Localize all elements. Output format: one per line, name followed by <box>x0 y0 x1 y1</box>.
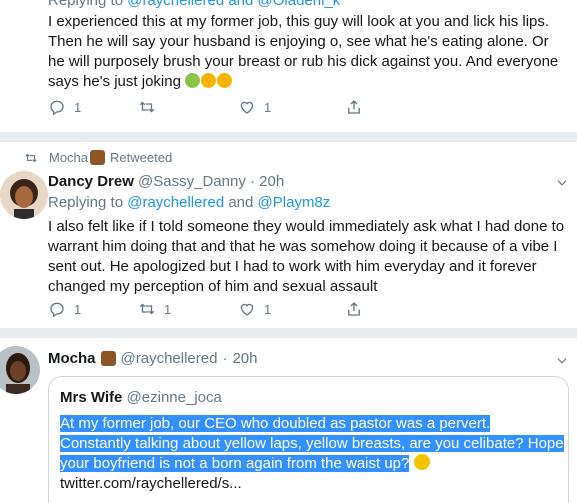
eye-roll-emoji <box>413 454 430 470</box>
tweet-2[interactable]: Mocha Retweeted Dancy Drew @Sassy_Danny … <box>0 142 577 328</box>
replying-to: Replying to @raychellered and @Playm8z <box>48 194 331 211</box>
person-emoji <box>100 351 116 366</box>
reply-count: 1 <box>74 301 82 317</box>
quoted-display-name[interactable]: Mrs Wife <box>60 389 122 406</box>
retweeter-name[interactable]: Mocha <box>49 150 88 165</box>
heart-icon <box>240 303 254 316</box>
tweet-3[interactable]: Mocha @raychellered · 20h Mrs Wife @ezin… <box>0 338 577 503</box>
reply-icon <box>50 302 64 318</box>
retweet-icon <box>139 101 155 113</box>
replying-handles-link[interactable]: @raychellered and @Oladeni_k <box>127 0 340 9</box>
tweet-header: Mocha @raychellered · 20h <box>48 350 258 367</box>
tweet-header: Dancy Drew @Sassy_Danny · 20h <box>48 173 285 190</box>
avatar[interactable] <box>0 171 48 219</box>
share-button[interactable] <box>345 300 363 318</box>
replying-handle-link[interactable]: @raychellered <box>127 194 224 211</box>
retweet-button[interactable] <box>138 98 164 116</box>
separator <box>0 132 577 142</box>
display-name[interactable]: Dancy Drew <box>48 173 134 190</box>
retweet-icon <box>139 303 155 315</box>
quote-header: Mrs Wife @ezinne_joca <box>60 389 222 406</box>
reply-icon <box>50 100 64 116</box>
tweet-text: I experienced this at my former job, thi… <box>48 13 559 90</box>
chevron-down-icon[interactable] <box>555 354 569 368</box>
replying-handle-link[interactable]: @Playm8z <box>258 194 331 211</box>
retweeted-indicator: Mocha Retweeted <box>24 150 172 165</box>
replying-to: Replying to @raychellered and @Oladeni_k <box>48 0 340 9</box>
quoted-user-handle[interactable]: @ezinne_joca <box>127 389 222 406</box>
tweet-1[interactable]: Replying to @raychellered and @Oladeni_k… <box>0 0 577 132</box>
retweet-button[interactable]: 1 <box>138 300 171 318</box>
retweeted-label: Retweeted <box>110 150 173 165</box>
selected-text-line: At my former job, our CEO who doubled as… <box>60 415 491 432</box>
steam-nose-emoji <box>217 73 233 88</box>
quoted-tweet[interactable]: Mrs Wife @ezinne_joca At my former job, … <box>48 376 569 503</box>
retweet-count: 1 <box>164 301 172 317</box>
like-count: 1 <box>264 99 272 115</box>
user-handle[interactable]: @raychellered <box>121 350 218 367</box>
separator <box>0 328 577 338</box>
share-button[interactable] <box>345 98 363 116</box>
share-icon <box>348 302 360 316</box>
quoted-link[interactable]: twitter.com/raychellered/s... <box>60 474 564 494</box>
share-icon <box>348 100 360 114</box>
steam-nose-emoji <box>201 73 217 88</box>
quoted-text: At my former job, our CEO who doubled as… <box>60 414 564 494</box>
selected-text-line: Constantly talking about yellow laps, ye… <box>60 435 564 452</box>
reply-button[interactable]: 1 <box>48 98 81 116</box>
like-button[interactable]: 1 <box>238 98 271 116</box>
user-handle[interactable]: @Sassy_Danny <box>138 173 246 190</box>
timestamp[interactable]: 20h <box>232 350 257 367</box>
selected-text-line: your boyfriend is not a born again from … <box>60 455 410 472</box>
nauseated-face-emoji <box>185 73 201 88</box>
avatar-image <box>0 346 40 394</box>
person-emoji <box>90 150 106 165</box>
retweet-icon <box>25 153 37 162</box>
reply-count: 1 <box>74 99 82 115</box>
display-name[interactable]: Mocha <box>48 350 96 367</box>
avatar[interactable] <box>0 346 40 394</box>
heart-icon <box>240 101 254 114</box>
reply-button[interactable]: 1 <box>48 300 81 318</box>
tweet-text: I also felt like if I told someone they … <box>48 218 565 295</box>
like-count: 1 <box>264 301 272 317</box>
timestamp[interactable]: 20h <box>259 173 284 190</box>
chevron-down-icon[interactable] <box>555 176 569 190</box>
like-button[interactable]: 1 <box>238 300 271 318</box>
avatar-image <box>0 171 48 219</box>
